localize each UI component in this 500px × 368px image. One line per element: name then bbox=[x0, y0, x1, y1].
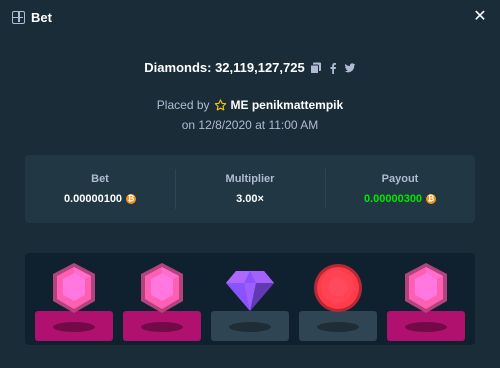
pink-gem-icon bbox=[53, 263, 95, 313]
stat-label: Multiplier bbox=[225, 173, 275, 185]
multiplier-value: 3.00× bbox=[236, 193, 264, 205]
stat-bet: Bet 0.00000100 bbox=[25, 155, 175, 223]
gem-shadow bbox=[53, 322, 95, 332]
placed-by-prefix: Placed by bbox=[156, 98, 210, 112]
gem-tile bbox=[123, 261, 201, 341]
gem-shadow bbox=[141, 322, 183, 332]
placed-date: on 12/8/2020 at 11:00 AM bbox=[181, 118, 319, 132]
bet-stats: Bet 0.00000100 Multiplier 3.00× Payout 0… bbox=[25, 155, 475, 223]
game-summary: Diamonds: 32,119,127,725 bbox=[0, 60, 500, 75]
facebook-icon[interactable] bbox=[327, 62, 339, 74]
btc-coin-icon bbox=[126, 193, 137, 205]
copy-icon[interactable] bbox=[309, 62, 322, 74]
placed-by: Placed by ME penikmattempik bbox=[0, 98, 500, 112]
stat-value: 3.00× bbox=[236, 193, 264, 205]
stat-value: 0.00000100 bbox=[63, 193, 137, 205]
stat-multiplier: Multiplier 3.00× bbox=[175, 155, 325, 223]
gem-tile bbox=[387, 261, 465, 341]
purple-gem-icon bbox=[226, 271, 274, 311]
gem-board bbox=[25, 253, 475, 345]
stat-payout: Payout 0.00000300 bbox=[325, 155, 475, 223]
stat-value: 0.00000300 bbox=[363, 193, 437, 205]
stat-label: Bet bbox=[91, 173, 109, 185]
red-gem-icon bbox=[314, 264, 362, 312]
bet-modal: Bet ✕ Diamonds: 32,119,127,725 Placed by… bbox=[0, 0, 500, 368]
bet-amount: 0.00000100 bbox=[63, 193, 123, 205]
gem-shadow bbox=[405, 322, 447, 332]
star-icon bbox=[214, 98, 226, 110]
gem-tile bbox=[211, 261, 289, 341]
payout-amount: 0.00000300 bbox=[363, 193, 423, 205]
username-link[interactable]: ME penikmattempik bbox=[231, 98, 344, 112]
gem-shadow bbox=[229, 322, 271, 332]
stat-label: Payout bbox=[381, 173, 419, 185]
game-result-label: Diamonds: 32,119,127,725 bbox=[144, 60, 305, 75]
close-icon[interactable]: ✕ bbox=[472, 8, 488, 26]
gem-shadow bbox=[317, 322, 359, 332]
pink-gem-icon bbox=[141, 263, 183, 313]
modal-header: Bet ✕ bbox=[0, 0, 500, 36]
twitter-icon[interactable] bbox=[344, 62, 356, 74]
bet-slip-icon bbox=[12, 11, 25, 24]
gem-tile bbox=[299, 261, 377, 341]
pink-gem-icon bbox=[405, 263, 447, 313]
btc-coin-icon bbox=[426, 193, 437, 205]
modal-title: Bet bbox=[31, 10, 52, 25]
gem-tile bbox=[35, 261, 113, 341]
